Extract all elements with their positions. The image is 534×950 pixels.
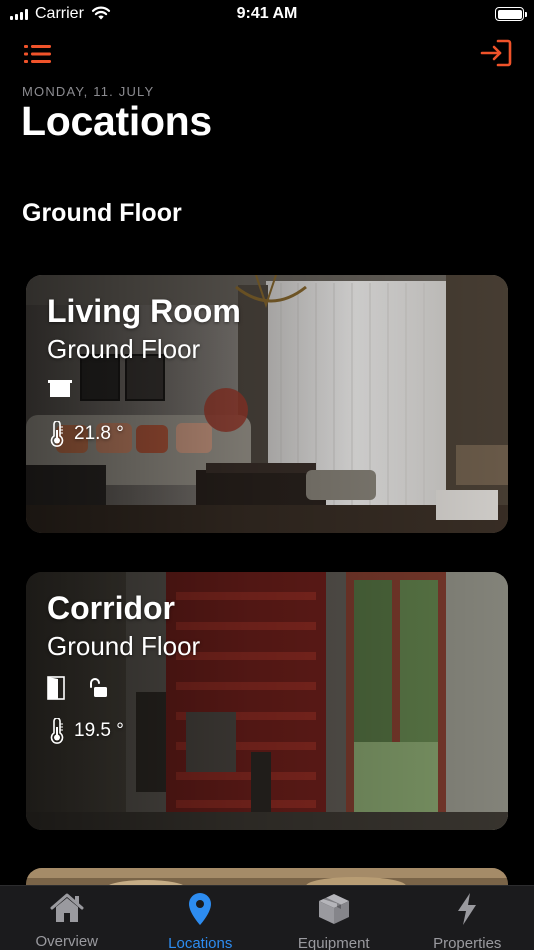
page-title: Locations [21, 98, 212, 144]
box-icon [318, 894, 349, 924]
temperature-reading: 21.8 ° [50, 421, 124, 447]
logout-button[interactable] [476, 36, 516, 70]
location-pin-icon [189, 893, 212, 925]
device-icons [47, 676, 109, 700]
menu-button[interactable] [20, 40, 56, 68]
tab-equipment[interactable]: Equipment [267, 886, 401, 950]
unlocked-icon [90, 678, 107, 697]
temperature-value: 21.8 ° [74, 423, 124, 444]
blind-icon [48, 380, 72, 397]
tab-label: Properties [433, 935, 502, 950]
date-label: MONDAY, 11. JULY [22, 84, 155, 99]
tab-locations[interactable]: Locations [134, 886, 268, 950]
thermometer-icon [50, 718, 64, 744]
sign-in-icon [480, 39, 512, 67]
tab-label: Locations [168, 935, 233, 950]
location-card-living-room[interactable]: Living Room Ground Floor 21.8 ° [26, 275, 508, 533]
location-floor: Ground Floor [47, 631, 201, 661]
tab-label: Overview [35, 933, 98, 950]
section-title: Ground Floor [22, 199, 182, 227]
location-name: Living Room [47, 293, 241, 329]
temperature-value: 19.5 ° [74, 720, 124, 741]
location-card-corridor[interactable]: Corridor Ground Floor 19.5 ° [26, 572, 508, 830]
status-bar: Carrier 9:41 AM [0, 0, 534, 30]
temperature-reading: 19.5 ° [50, 718, 124, 744]
location-name: Corridor [47, 590, 175, 626]
device-icons [47, 379, 73, 399]
list-icon [24, 45, 51, 63]
location-floor: Ground Floor [47, 334, 201, 364]
battery-icon [495, 7, 527, 21]
tab-label: Equipment [297, 935, 370, 950]
tab-overview[interactable]: Overview [0, 886, 134, 950]
door-icon [47, 676, 65, 700]
clock: 9:41 AM [236, 5, 298, 22]
house-icon [50, 893, 84, 922]
thermometer-icon [50, 421, 64, 447]
tab-properties[interactable]: Properties [401, 886, 534, 950]
bolt-icon [458, 893, 477, 925]
tab-bar: Overview Locations Equipment Properties [0, 885, 534, 950]
